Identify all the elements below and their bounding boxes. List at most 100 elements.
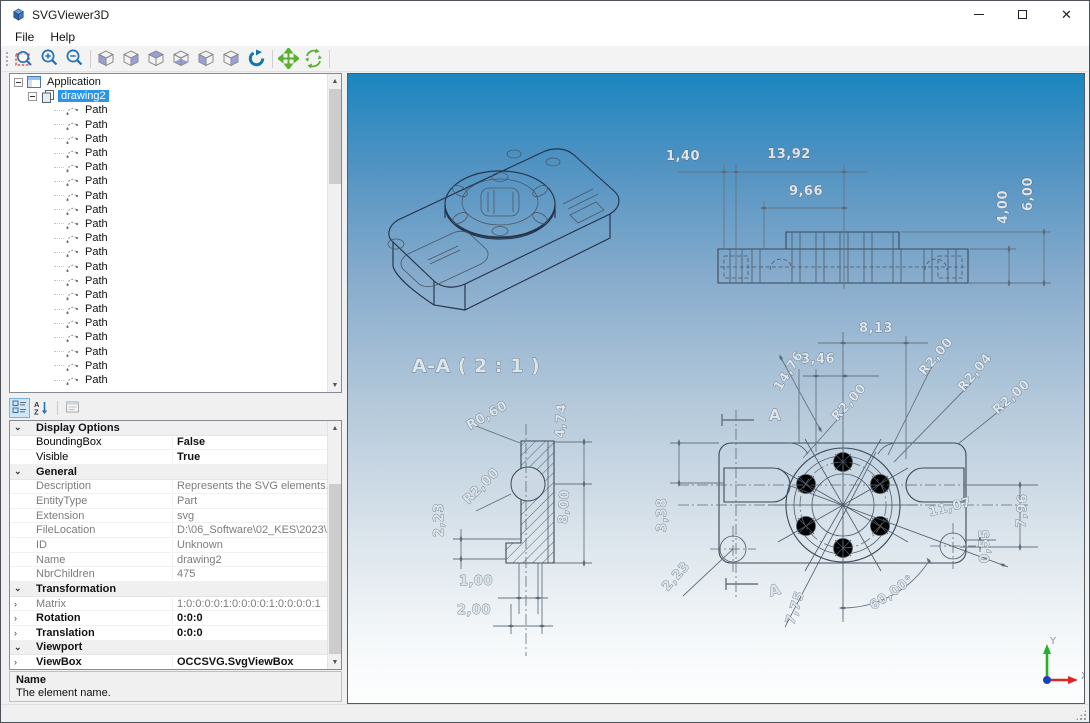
property-value[interactable]: False: [172, 436, 327, 448]
view-right-button[interactable]: [219, 47, 244, 71]
view-front-button[interactable]: [94, 47, 119, 71]
tree-item-path[interactable]: Path: [82, 331, 111, 343]
chevron-right-icon[interactable]: ›: [10, 613, 36, 623]
cad-drawing: Y X 1,4013,929,664,006,00A-A ( 2 : 1 )R0…: [348, 74, 1084, 703]
zoom-out-button[interactable]: [62, 47, 87, 71]
close-button[interactable]: ✕: [1044, 1, 1089, 28]
chevron-down-icon[interactable]: ⌄: [10, 466, 36, 477]
property-value[interactable]: D:\06_Software\02_KES\2023\Laser\Las: [172, 524, 327, 536]
view-axonometric-button[interactable]: [244, 47, 269, 71]
tree-item-application[interactable]: Application: [44, 76, 104, 88]
resize-grip[interactable]: [1075, 709, 1087, 721]
property-scroll-thumb[interactable]: [329, 484, 341, 654]
tree-item-path[interactable]: Path: [82, 374, 111, 386]
property-row-filelocation[interactable]: FileLocationD:\06_Software\02_KES\2023\L…: [10, 523, 327, 538]
view-back-button[interactable]: [119, 47, 144, 71]
property-name: Description: [36, 480, 172, 492]
scroll-up-icon[interactable]: ▲: [328, 74, 342, 88]
property-row-entitytype[interactable]: EntityTypePart: [10, 494, 327, 509]
maximize-button[interactable]: [1000, 1, 1045, 28]
property-row-description[interactable]: DescriptionRepresents the SVG elements.: [10, 480, 327, 495]
tree-item-path[interactable]: Path: [82, 303, 111, 315]
property-value[interactable]: 0:0:0: [172, 612, 327, 624]
alphabetical-button[interactable]: AZ: [31, 398, 52, 418]
property-value[interactable]: Represents the SVG elements.: [172, 480, 327, 492]
x-axis-arrow: [1068, 676, 1078, 684]
tree-item-path[interactable]: Path: [82, 190, 111, 202]
title-bar[interactable]: SVGViewer3D ✕: [1, 1, 1089, 28]
zoom-in-button[interactable]: [37, 47, 62, 71]
zoom-window-button[interactable]: [12, 47, 37, 71]
property-value[interactable]: Part: [172, 495, 327, 507]
dimension-label: 7,75: [783, 589, 808, 626]
property-row-viewbox[interactable]: ›ViewBoxOCCSVG.SvgViewBox: [10, 655, 327, 670]
menu-item-file[interactable]: File: [7, 29, 42, 45]
property-value[interactable]: Unknown: [172, 539, 327, 551]
categorized-button[interactable]: [9, 398, 30, 418]
property-row-nbrchildren[interactable]: NbrChildren475: [10, 567, 327, 582]
view-top-button[interactable]: [144, 47, 169, 71]
menu-item-help[interactable]: Help: [42, 29, 83, 45]
tree-item-path[interactable]: Path: [82, 104, 111, 116]
chevron-down-icon[interactable]: ⌄: [10, 642, 36, 653]
tree-item-path[interactable]: Path: [82, 261, 111, 273]
tree-item-path[interactable]: Path: [82, 232, 111, 244]
rotate-button[interactable]: [301, 47, 326, 71]
tree-item-drawing2-selected[interactable]: drawing2: [58, 90, 109, 102]
chevron-right-icon[interactable]: ›: [10, 628, 36, 638]
property-category[interactable]: ⌄Display Options: [10, 421, 327, 436]
scroll-up-icon[interactable]: ▲: [328, 421, 342, 435]
property-category[interactable]: ⌄Viewport: [10, 641, 327, 656]
tree-scrollbar[interactable]: ▲ ▼: [327, 74, 341, 392]
property-category[interactable]: ⌄Transformation: [10, 582, 327, 597]
collapse-icon[interactable]: [28, 92, 37, 101]
property-value[interactable]: 475: [172, 568, 327, 580]
tree-item-path[interactable]: Path: [82, 289, 111, 301]
property-row-rotation[interactable]: ›Rotation0:0:0: [10, 611, 327, 626]
3d-viewport[interactable]: Y X 1,4013,929,664,006,00A-A ( 2 : 1 )R0…: [347, 73, 1085, 704]
scroll-down-icon[interactable]: ▼: [328, 655, 342, 669]
property-value[interactable]: drawing2: [172, 554, 327, 566]
property-row-matrix[interactable]: ›Matrix1:0:0:0:0:1:0:0:0:0:1:0:0:0:0:1: [10, 597, 327, 612]
tree-item-path[interactable]: Path: [82, 147, 111, 159]
property-row-name[interactable]: Namedrawing2: [10, 553, 327, 568]
property-value[interactable]: OCCSVG.SvgViewBox: [172, 656, 327, 668]
tree-item-path[interactable]: Path: [82, 161, 111, 173]
tree-item-path[interactable]: Path: [82, 246, 111, 258]
toolbar-grip[interactable]: [5, 51, 9, 67]
tree-item-path[interactable]: Path: [82, 360, 111, 372]
tree-item-path[interactable]: Path: [82, 317, 111, 329]
tree-item-path[interactable]: Path: [82, 275, 111, 287]
view-bottom-button[interactable]: [169, 47, 194, 71]
tree-scroll-thumb[interactable]: [329, 89, 341, 184]
property-row-translation[interactable]: ›Translation0:0:0: [10, 626, 327, 641]
property-value[interactable]: svg: [172, 510, 327, 522]
property-row-extension[interactable]: Extensionsvg: [10, 509, 327, 524]
dimension-label: 2,23: [659, 559, 693, 594]
property-value[interactable]: 0:0:0: [172, 627, 327, 639]
tree-item-path[interactable]: Path: [82, 119, 111, 131]
property-value[interactable]: True: [172, 451, 327, 463]
tree-item-path[interactable]: Path: [82, 133, 111, 145]
minimize-button[interactable]: [956, 1, 1001, 28]
dimension-label: A: [767, 580, 783, 601]
chevron-down-icon[interactable]: ⌄: [10, 583, 36, 594]
property-value[interactable]: 1:0:0:0:0:1:0:0:0:0:1:0:0:0:0:1: [172, 598, 327, 610]
property-category[interactable]: ⌄General: [10, 465, 327, 480]
chevron-down-icon[interactable]: ⌄: [10, 422, 36, 433]
tree-item-path[interactable]: Path: [82, 346, 111, 358]
chevron-right-icon[interactable]: ›: [10, 599, 36, 609]
chevron-right-icon[interactable]: ›: [10, 657, 36, 667]
dimension-label: A-A ( 2 : 1 ): [412, 355, 540, 377]
property-row-visible[interactable]: VisibleTrue: [10, 450, 327, 465]
property-row-id[interactable]: IDUnknown: [10, 538, 327, 553]
collapse-icon[interactable]: [14, 78, 23, 87]
tree-item-path[interactable]: Path: [82, 175, 111, 187]
pan-button[interactable]: [276, 47, 301, 71]
view-left-button[interactable]: [194, 47, 219, 71]
property-scrollbar[interactable]: ▲ ▼: [327, 421, 341, 669]
scroll-down-icon[interactable]: ▼: [328, 378, 342, 392]
property-row-boundingbox[interactable]: BoundingBoxFalse: [10, 436, 327, 451]
tree-item-path[interactable]: Path: [82, 204, 111, 216]
tree-item-path[interactable]: Path: [82, 218, 111, 230]
